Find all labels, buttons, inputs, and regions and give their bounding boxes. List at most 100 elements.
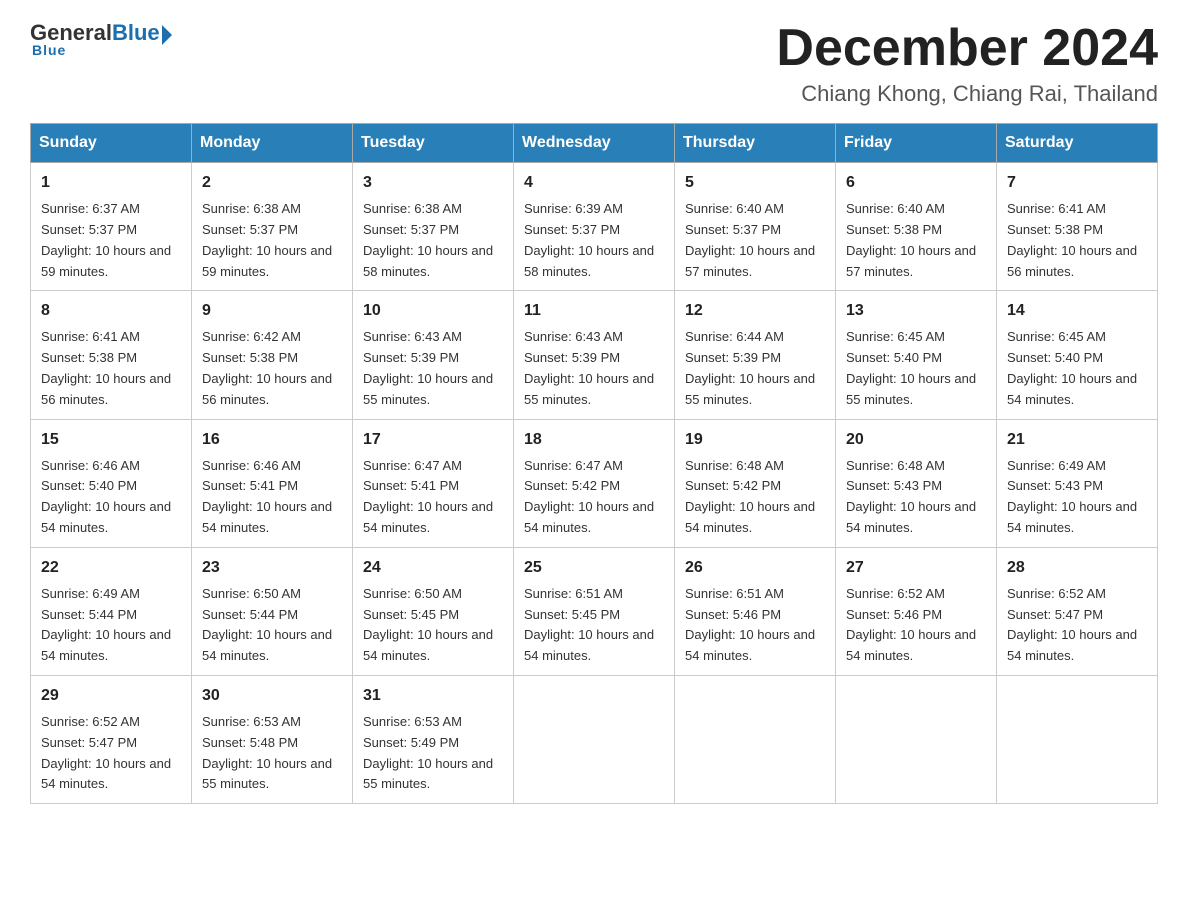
day-daylight: Daylight: 10 hours and 55 minutes. [685, 371, 815, 407]
weekday-header-row: SundayMondayTuesdayWednesdayThursdayFrid… [31, 124, 1158, 163]
day-number: 13 [846, 299, 986, 323]
day-sunset: Sunset: 5:44 PM [202, 607, 298, 622]
day-number: 26 [685, 556, 825, 580]
day-sunrise: Sunrise: 6:51 AM [524, 586, 623, 601]
day-sunset: Sunset: 5:44 PM [41, 607, 137, 622]
location-text: Chiang Khong, Chiang Rai, Thailand [776, 81, 1158, 107]
day-sunrise: Sunrise: 6:38 AM [363, 201, 462, 216]
day-number: 24 [363, 556, 503, 580]
calendar-day-cell: 1 Sunrise: 6:37 AM Sunset: 5:37 PM Dayli… [31, 163, 192, 291]
calendar-day-cell: 3 Sunrise: 6:38 AM Sunset: 5:37 PM Dayli… [353, 163, 514, 291]
calendar-day-cell: 4 Sunrise: 6:39 AM Sunset: 5:37 PM Dayli… [514, 163, 675, 291]
day-number: 19 [685, 428, 825, 452]
day-number: 10 [363, 299, 503, 323]
calendar-day-cell: 20 Sunrise: 6:48 AM Sunset: 5:43 PM Dayl… [836, 419, 997, 547]
calendar-day-cell: 13 Sunrise: 6:45 AM Sunset: 5:40 PM Dayl… [836, 291, 997, 419]
day-daylight: Daylight: 10 hours and 58 minutes. [363, 243, 493, 279]
calendar-day-cell: 10 Sunrise: 6:43 AM Sunset: 5:39 PM Dayl… [353, 291, 514, 419]
day-sunrise: Sunrise: 6:40 AM [846, 201, 945, 216]
day-daylight: Daylight: 10 hours and 54 minutes. [846, 627, 976, 663]
weekday-header-saturday: Saturday [997, 124, 1158, 163]
day-sunset: Sunset: 5:47 PM [1007, 607, 1103, 622]
day-sunrise: Sunrise: 6:38 AM [202, 201, 301, 216]
day-sunrise: Sunrise: 6:52 AM [41, 714, 140, 729]
day-sunset: Sunset: 5:43 PM [1007, 478, 1103, 493]
day-sunset: Sunset: 5:39 PM [685, 350, 781, 365]
day-sunset: Sunset: 5:41 PM [202, 478, 298, 493]
logo-arrow-icon [162, 25, 172, 45]
day-sunset: Sunset: 5:40 PM [1007, 350, 1103, 365]
day-number: 8 [41, 299, 181, 323]
calendar-day-cell: 15 Sunrise: 6:46 AM Sunset: 5:40 PM Dayl… [31, 419, 192, 547]
day-daylight: Daylight: 10 hours and 54 minutes. [524, 627, 654, 663]
day-daylight: Daylight: 10 hours and 54 minutes. [363, 627, 493, 663]
day-number: 30 [202, 684, 342, 708]
calendar-day-cell: 24 Sunrise: 6:50 AM Sunset: 5:45 PM Dayl… [353, 547, 514, 675]
month-title: December 2024 [776, 20, 1158, 77]
day-sunrise: Sunrise: 6:47 AM [363, 458, 462, 473]
day-number: 6 [846, 171, 986, 195]
day-number: 12 [685, 299, 825, 323]
day-number: 21 [1007, 428, 1147, 452]
weekday-header-tuesday: Tuesday [353, 124, 514, 163]
day-number: 11 [524, 299, 664, 323]
day-number: 15 [41, 428, 181, 452]
logo-underline: Blue [32, 42, 66, 58]
day-number: 7 [1007, 171, 1147, 195]
calendar-day-cell: 11 Sunrise: 6:43 AM Sunset: 5:39 PM Dayl… [514, 291, 675, 419]
calendar-day-cell: 18 Sunrise: 6:47 AM Sunset: 5:42 PM Dayl… [514, 419, 675, 547]
day-sunrise: Sunrise: 6:49 AM [1007, 458, 1106, 473]
day-sunset: Sunset: 5:43 PM [846, 478, 942, 493]
day-daylight: Daylight: 10 hours and 55 minutes. [846, 371, 976, 407]
day-daylight: Daylight: 10 hours and 57 minutes. [685, 243, 815, 279]
day-sunrise: Sunrise: 6:49 AM [41, 586, 140, 601]
calendar-day-cell: 30 Sunrise: 6:53 AM Sunset: 5:48 PM Dayl… [192, 675, 353, 803]
day-sunset: Sunset: 5:38 PM [846, 222, 942, 237]
day-daylight: Daylight: 10 hours and 54 minutes. [1007, 627, 1137, 663]
day-daylight: Daylight: 10 hours and 54 minutes. [41, 499, 171, 535]
day-daylight: Daylight: 10 hours and 56 minutes. [202, 371, 332, 407]
day-daylight: Daylight: 10 hours and 59 minutes. [202, 243, 332, 279]
calendar-day-cell: 2 Sunrise: 6:38 AM Sunset: 5:37 PM Dayli… [192, 163, 353, 291]
day-sunset: Sunset: 5:48 PM [202, 735, 298, 750]
day-sunrise: Sunrise: 6:41 AM [1007, 201, 1106, 216]
day-number: 27 [846, 556, 986, 580]
day-number: 16 [202, 428, 342, 452]
page-header: General Blue Blue December 2024 Chiang K… [30, 20, 1158, 107]
calendar-day-cell: 22 Sunrise: 6:49 AM Sunset: 5:44 PM Dayl… [31, 547, 192, 675]
day-daylight: Daylight: 10 hours and 59 minutes. [41, 243, 171, 279]
day-sunrise: Sunrise: 6:46 AM [41, 458, 140, 473]
day-sunrise: Sunrise: 6:53 AM [202, 714, 301, 729]
weekday-header-friday: Friday [836, 124, 997, 163]
calendar-week-row: 29 Sunrise: 6:52 AM Sunset: 5:47 PM Dayl… [31, 675, 1158, 803]
calendar-day-cell: 8 Sunrise: 6:41 AM Sunset: 5:38 PM Dayli… [31, 291, 192, 419]
day-daylight: Daylight: 10 hours and 55 minutes. [363, 756, 493, 792]
calendar-table: SundayMondayTuesdayWednesdayThursdayFrid… [30, 123, 1158, 804]
day-number: 23 [202, 556, 342, 580]
day-sunrise: Sunrise: 6:48 AM [846, 458, 945, 473]
day-sunset: Sunset: 5:46 PM [685, 607, 781, 622]
day-number: 4 [524, 171, 664, 195]
calendar-day-cell [836, 675, 997, 803]
day-sunset: Sunset: 5:42 PM [685, 478, 781, 493]
day-sunrise: Sunrise: 6:37 AM [41, 201, 140, 216]
day-number: 1 [41, 171, 181, 195]
day-number: 29 [41, 684, 181, 708]
calendar-day-cell: 14 Sunrise: 6:45 AM Sunset: 5:40 PM Dayl… [997, 291, 1158, 419]
day-number: 18 [524, 428, 664, 452]
day-number: 22 [41, 556, 181, 580]
calendar-day-cell: 6 Sunrise: 6:40 AM Sunset: 5:38 PM Dayli… [836, 163, 997, 291]
day-number: 28 [1007, 556, 1147, 580]
day-sunrise: Sunrise: 6:47 AM [524, 458, 623, 473]
calendar-day-cell: 9 Sunrise: 6:42 AM Sunset: 5:38 PM Dayli… [192, 291, 353, 419]
day-sunrise: Sunrise: 6:44 AM [685, 329, 784, 344]
day-daylight: Daylight: 10 hours and 54 minutes. [202, 499, 332, 535]
calendar-day-cell: 12 Sunrise: 6:44 AM Sunset: 5:39 PM Dayl… [675, 291, 836, 419]
calendar-day-cell: 27 Sunrise: 6:52 AM Sunset: 5:46 PM Dayl… [836, 547, 997, 675]
day-sunset: Sunset: 5:38 PM [41, 350, 137, 365]
calendar-day-cell: 19 Sunrise: 6:48 AM Sunset: 5:42 PM Dayl… [675, 419, 836, 547]
day-daylight: Daylight: 10 hours and 54 minutes. [363, 499, 493, 535]
day-number: 14 [1007, 299, 1147, 323]
calendar-day-cell [675, 675, 836, 803]
day-sunrise: Sunrise: 6:41 AM [41, 329, 140, 344]
